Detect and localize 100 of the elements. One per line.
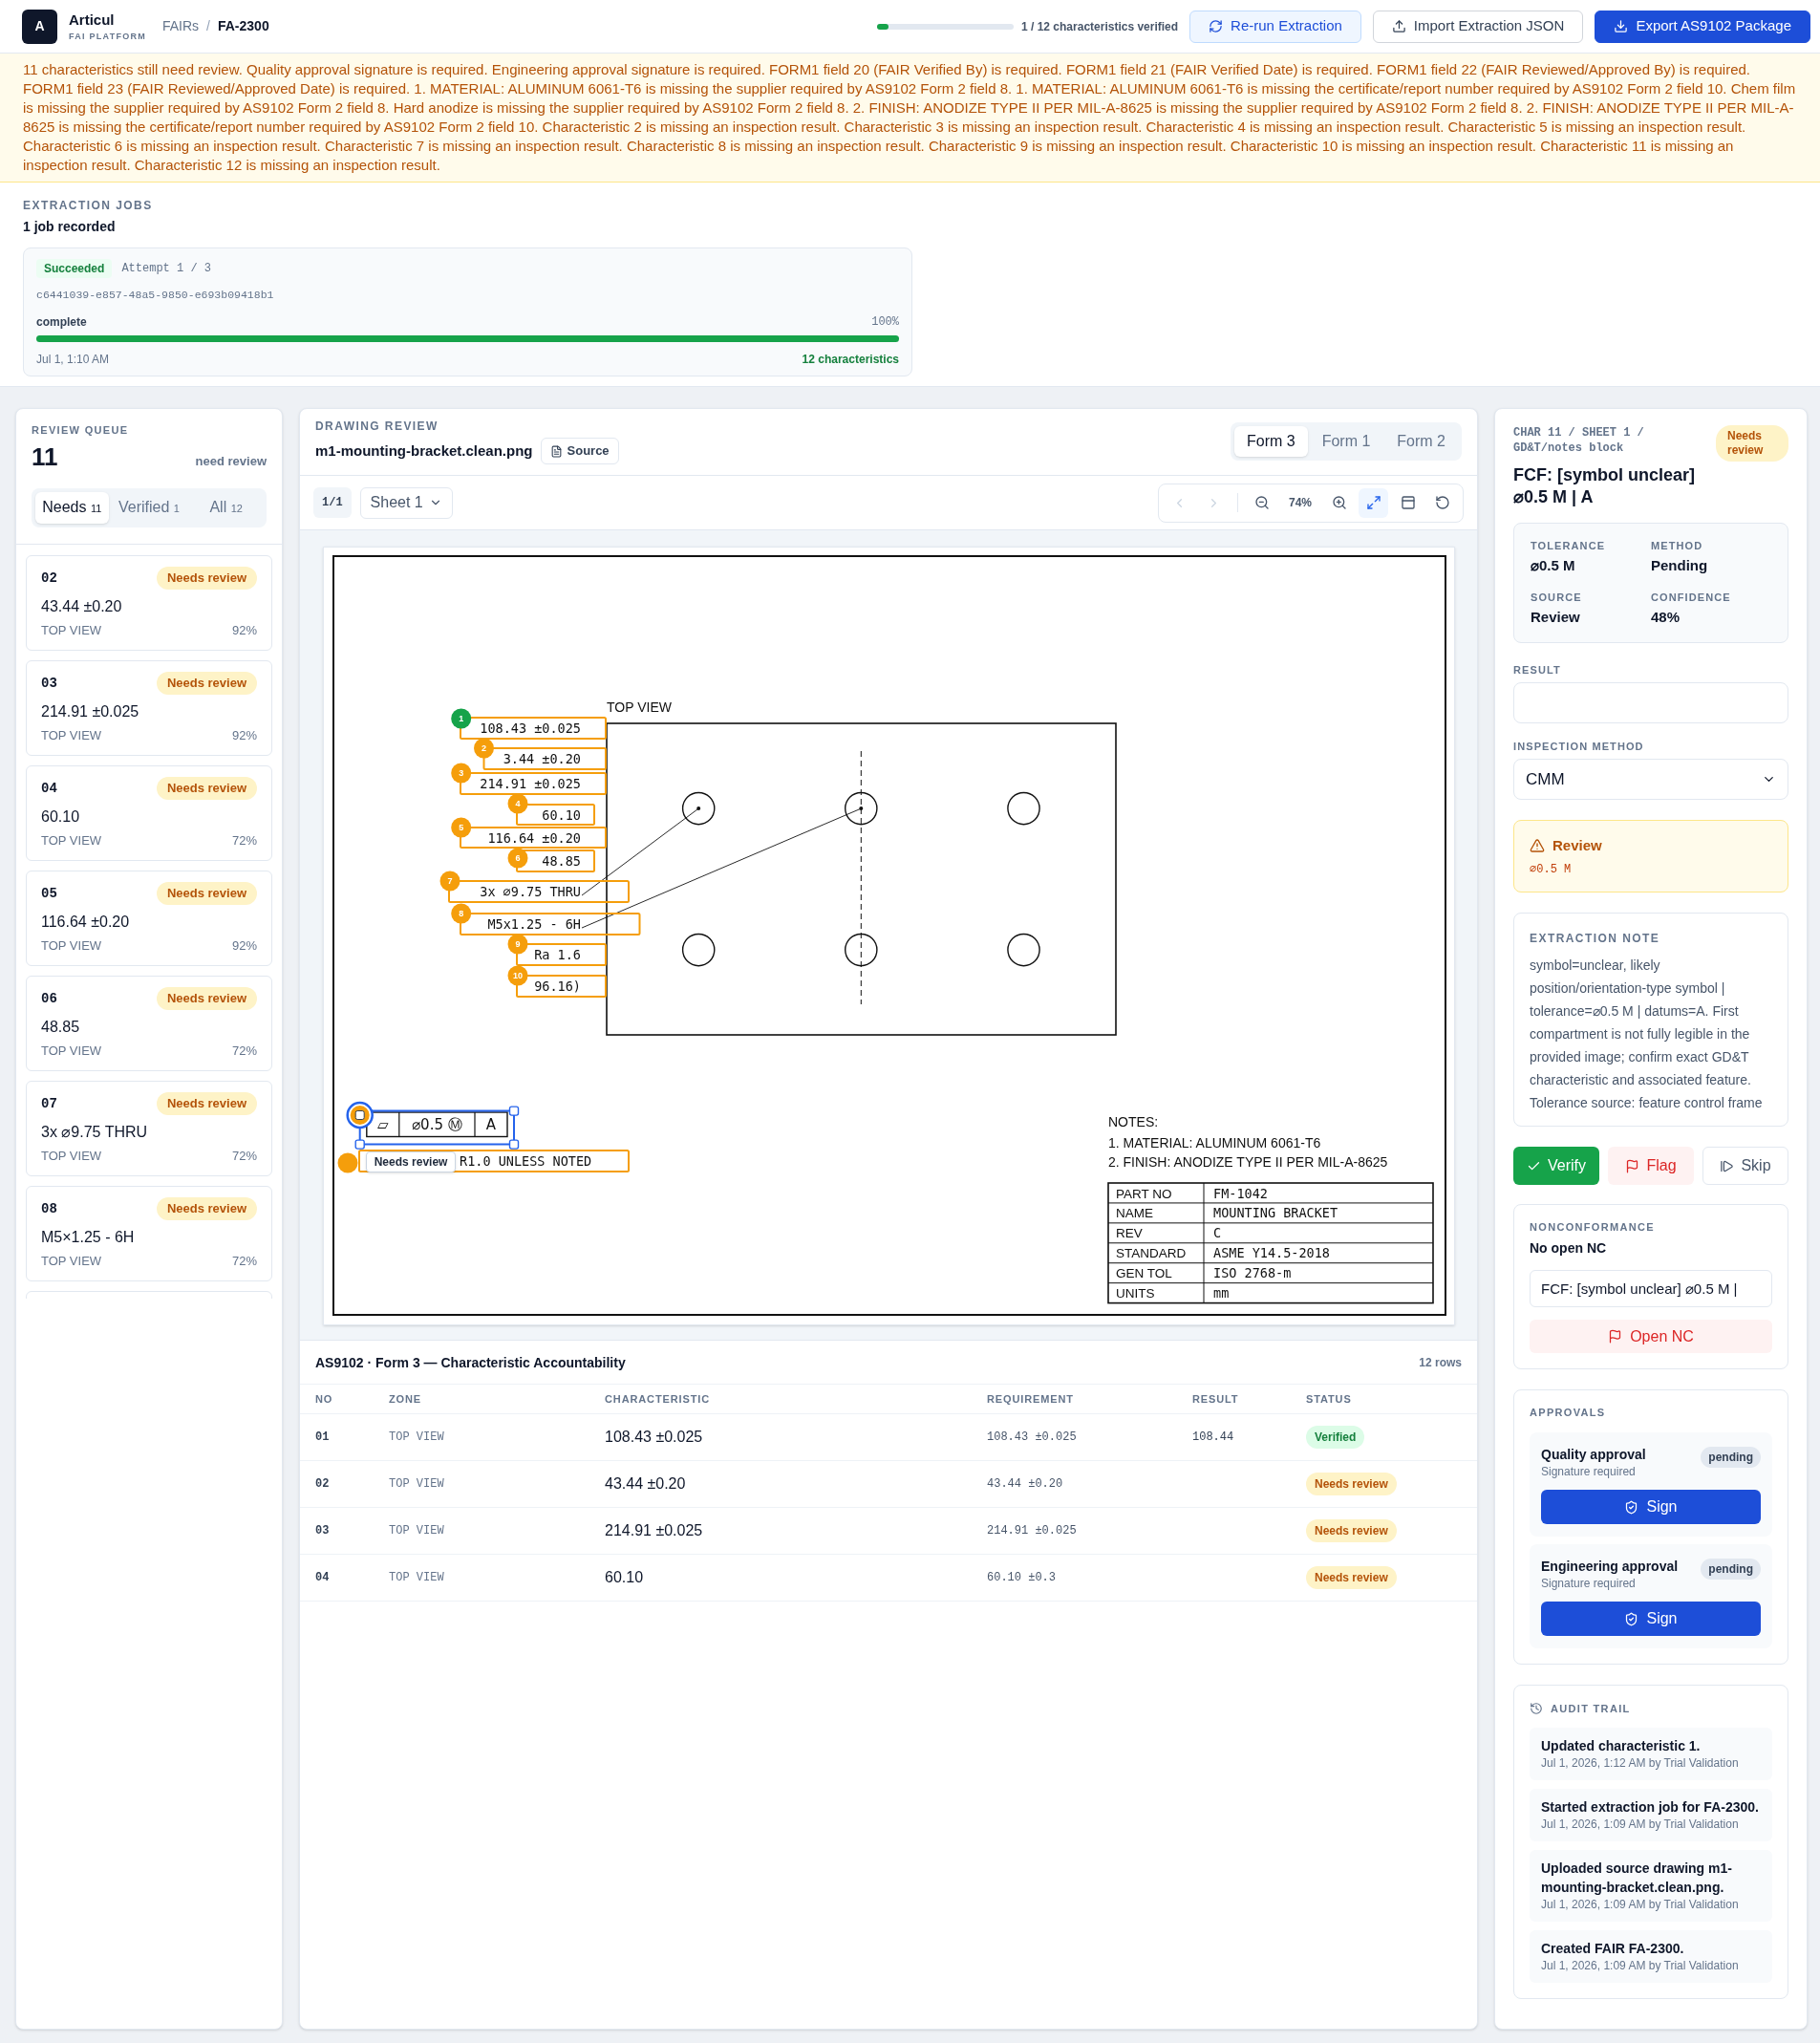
resize-handle[interactable] <box>354 1139 365 1150</box>
queue-tab[interactable]: All 12 <box>189 492 263 524</box>
flag-icon <box>1625 1158 1640 1173</box>
table-cell-text: TOP VIEW <box>389 1570 444 1586</box>
card-title: AUDIT TRAIL <box>1551 1702 1631 1716</box>
char-number: 02 <box>41 569 57 588</box>
char-number: 07 <box>41 1094 57 1113</box>
char-number: 03 <box>41 674 57 693</box>
char-zone: TOP VIEW <box>41 1149 102 1164</box>
queue-card[interactable]: 02 Needs review 43.44 ±0.20 TOP VIEW 92% <box>26 555 272 651</box>
char-confidence: 72% <box>231 1254 257 1269</box>
table-cell-text: TOP VIEW <box>389 1430 444 1446</box>
callout-balloon[interactable]: 1 <box>451 708 472 729</box>
hole-circle <box>681 933 716 967</box>
callout-box[interactable] <box>460 827 607 849</box>
table-cell-text: 04 <box>315 1570 330 1586</box>
action-button[interactable]: Verify <box>1513 1147 1599 1185</box>
table-cell-text: 108.43 ±0.025 <box>987 1430 1077 1446</box>
queue-card[interactable]: 06 Needs review 48.85 TOP VIEW 72% <box>26 976 272 1071</box>
fact-label: SOURCE <box>1531 591 1583 604</box>
fit-button[interactable] <box>1359 487 1388 518</box>
title-block-value: FM-1042 <box>1213 1185 1268 1201</box>
document-icon <box>549 444 563 458</box>
alert-title: Review <box>1552 836 1602 855</box>
callout-box[interactable] <box>460 772 607 795</box>
form-tab[interactable]: Form 2 <box>1384 426 1458 457</box>
title-block-label: UNITS <box>1116 1286 1155 1301</box>
fcf-tolerance: ⌀0.5 Ⓜ <box>412 1116 462 1133</box>
header-button[interactable]: Import Extraction JSON <box>1372 10 1584 43</box>
table-cell-text: 214.91 ±0.025 <box>605 1521 703 1540</box>
hole-circle <box>1007 791 1040 826</box>
callout-box[interactable] <box>482 747 607 770</box>
sign-button[interactable]: Sign <box>1541 1602 1761 1636</box>
open-nc-button[interactable]: Open NC <box>1530 1320 1772 1353</box>
queue-card[interactable]: 08 Needs review M5×1.25 - 6H TOP VIEW 72% <box>26 1186 272 1281</box>
resize-handle[interactable] <box>508 1106 520 1116</box>
callout-box[interactable] <box>460 717 607 740</box>
sheet-select[interactable]: Sheet 1 <box>359 486 453 519</box>
queue-card[interactable]: 03 Needs review 214.91 ±0.025 TOP VIEW 92% <box>26 660 272 756</box>
source-button[interactable]: Source <box>540 438 619 464</box>
dimension-text: 108.43 ±0.025 <box>480 720 581 736</box>
attempt-label: Attempt 1 / 3 <box>121 261 211 277</box>
hole-circle <box>845 791 878 826</box>
method-select[interactable]: CMM <box>1513 759 1788 800</box>
title-block-value: ISO 2768-m <box>1213 1265 1292 1281</box>
zoom-level: 74% <box>1288 495 1313 511</box>
queue-card[interactable]: 07 Needs review 3x ⌀9.75 THRU TOP VIEW 72% <box>26 1081 272 1176</box>
dimension-text: 214.91 ±0.025 <box>480 776 581 791</box>
nc-input[interactable]: FCF: [symbol unclear] ⌀0.5 M | <box>1530 1270 1772 1307</box>
action-button[interactable]: Flag <box>1608 1147 1694 1185</box>
sign-button[interactable]: Sign <box>1541 1490 1761 1524</box>
hole-circle <box>1007 933 1040 967</box>
queue-tab[interactable]: Verified 1 <box>112 492 186 524</box>
table-cell-text: TOP VIEW <box>389 1523 444 1539</box>
dimension-text: 96.16) <box>534 978 581 994</box>
char-zone: TOP VIEW <box>41 728 102 743</box>
callout-box[interactable] <box>448 880 630 903</box>
approval-name: Engineering approval <box>1541 1558 1679 1576</box>
shield-check-icon <box>1624 1499 1639 1515</box>
note-line: 2. FINISH: ANODIZE TYPE II PER MIL-A-8625 <box>1108 1153 1388 1170</box>
char-zone: TOP VIEW <box>41 833 102 849</box>
fact-value: ⌀0.5 M <box>1531 556 1576 575</box>
callout-balloon[interactable] <box>346 1101 374 1129</box>
alert-detail: ⌀0.5 M <box>1530 862 1573 877</box>
audit-meta: Jul 1, 2026, 1:09 AM by Trial Validation <box>1541 1958 1740 1974</box>
resize-handle[interactable] <box>508 1139 520 1150</box>
queue-tab[interactable]: Needs 11 <box>35 492 109 524</box>
header-button[interactable]: Export AS9102 Package <box>1595 10 1810 43</box>
queue-card[interactable]: 05 Needs review 116.64 ±0.20 TOP VIEW 92% <box>26 871 272 966</box>
approval-name: Quality approval <box>1541 1446 1646 1464</box>
selection-outline[interactable] <box>358 1109 515 1146</box>
header-button[interactable]: Re-run Extraction <box>1189 10 1361 43</box>
fcf-symbol: ▱ <box>377 1116 389 1133</box>
breadcrumb-item[interactable]: FAIRs <box>161 16 200 36</box>
progress-label: 1 / 12 characteristics verified <box>1021 18 1179 35</box>
char-number: 08 <box>41 1199 57 1218</box>
job-uuid: c6441039-e857-48a5-9850-e693b09418b1 <box>36 288 275 303</box>
result-input[interactable] <box>1513 682 1788 723</box>
form-tab[interactable]: Form 3 <box>1234 426 1308 457</box>
char-number: 05 <box>41 884 57 903</box>
brand-name: Articul <box>69 11 116 29</box>
queue-card[interactable]: 04 Needs review 60.10 TOP VIEW 72% <box>26 765 272 861</box>
title-block-value: mm <box>1213 1285 1230 1301</box>
breadcrumb-item: FA-2300 <box>217 17 269 35</box>
callout-box[interactable] <box>516 849 595 872</box>
char-value: 48.85 <box>41 1018 81 1037</box>
char-number: 06 <box>41 989 57 1008</box>
zoom-out-icon <box>1253 495 1270 510</box>
form-tab[interactable]: Form 1 <box>1309 426 1383 457</box>
window-icon <box>1400 495 1416 510</box>
char-zone: TOP VIEW <box>41 1043 102 1059</box>
table-cell-text: 01 <box>315 1430 330 1446</box>
brand-tagline: FAI PLATFORM <box>69 30 146 42</box>
callout-box[interactable] <box>516 943 607 966</box>
callout-box[interactable] <box>460 913 641 935</box>
action-button[interactable]: Skip <box>1702 1147 1788 1185</box>
audit-meta: Jul 1, 2026, 1:09 AM by Trial Validation <box>1541 1897 1740 1913</box>
char-confidence: 92% <box>231 623 257 638</box>
status-badge: Needs review <box>1306 1566 1397 1589</box>
fact-label: METHOD <box>1651 539 1704 552</box>
